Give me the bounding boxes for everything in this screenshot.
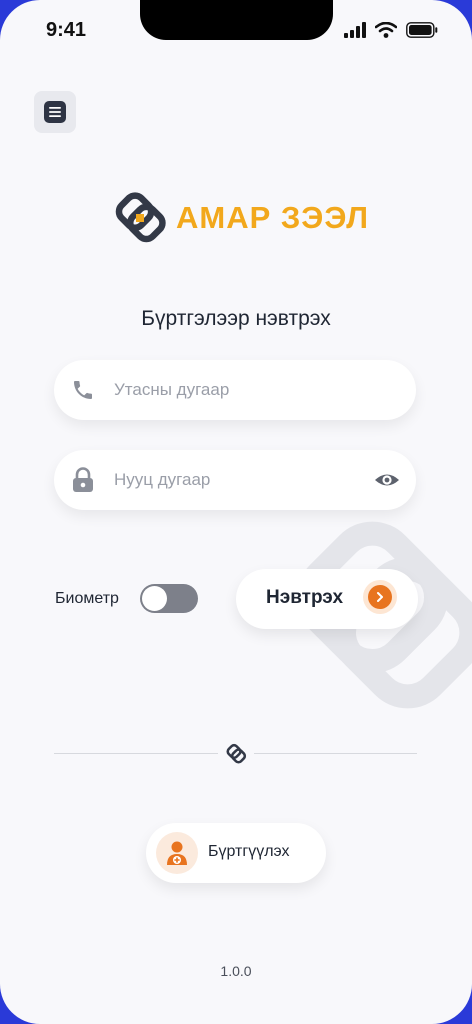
- menu-button[interactable]: [34, 91, 76, 133]
- device-notch: [140, 0, 333, 40]
- toggle-knob: [142, 586, 167, 611]
- page-title: Бүртгэлээр нэвтрэх: [141, 307, 331, 330]
- app-screen: 9:41 АМАР ЗЭЭЛ Бүртгэлээр нэвтрэх Утасны…: [0, 0, 472, 1024]
- lock-icon: [70, 467, 96, 493]
- status-time: 9:41: [46, 19, 87, 41]
- brand-name: АМАР ЗЭЭЛ: [176, 200, 369, 235]
- signal-icon: [344, 22, 366, 38]
- chevron-right-icon: [368, 585, 392, 609]
- app-version: 1.0.0: [220, 963, 252, 979]
- biometric-label: Биометр: [55, 590, 119, 607]
- divider-logo-icon: [226, 743, 247, 764]
- divider-right: [254, 753, 417, 754]
- wifi-icon: [375, 22, 397, 38]
- battery-icon: [406, 22, 438, 38]
- phone-field[interactable]: [54, 360, 416, 420]
- login-button-label: Нэвтрэх: [266, 587, 344, 608]
- login-button[interactable]: Нэвтрэх: [236, 569, 418, 629]
- brand-logo: АМАР ЗЭЭЛ: [112, 190, 369, 246]
- password-field[interactable]: [54, 450, 416, 510]
- phone-input[interactable]: [112, 379, 366, 401]
- status-icons: [344, 22, 438, 38]
- register-button[interactable]: Бүртгүүлэх: [146, 823, 326, 883]
- eye-icon[interactable]: [374, 468, 400, 497]
- password-input[interactable]: [112, 469, 366, 491]
- divider-left: [54, 753, 218, 754]
- register-button-label: Бүртгүүлэх: [208, 843, 290, 860]
- brand-logo-icon: [115, 192, 166, 243]
- biometric-toggle[interactable]: [140, 584, 198, 613]
- user-add-icon: [156, 832, 198, 874]
- phone-icon: [70, 378, 96, 402]
- menu-icon: [44, 101, 66, 123]
